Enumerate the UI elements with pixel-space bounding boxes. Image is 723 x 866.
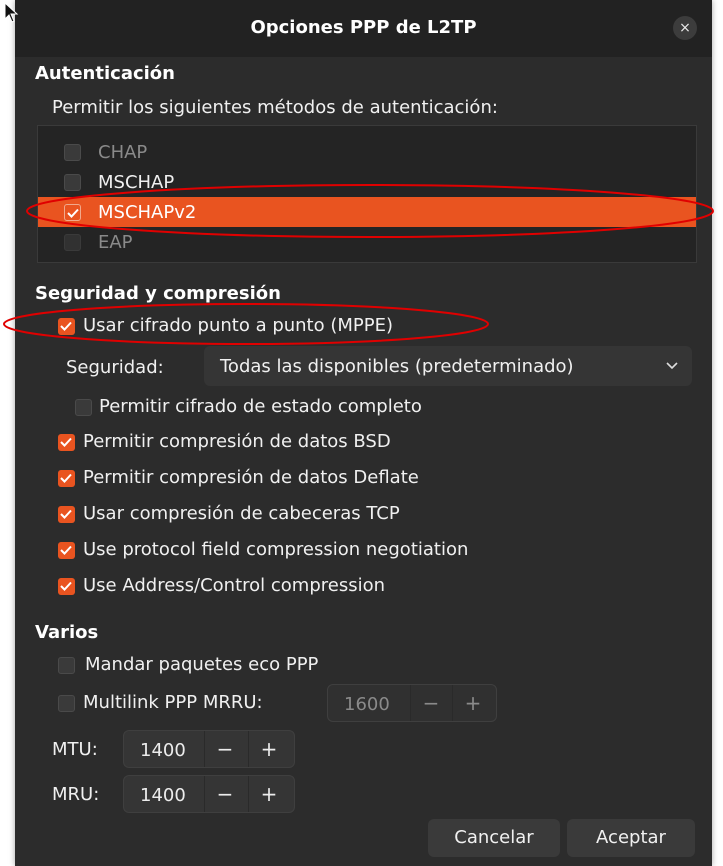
auth-method-mschapv2[interactable]: MSCHAPv2 [38,197,696,227]
bsd-compression-checkbox[interactable] [58,434,75,451]
checkmark-icon [60,509,72,519]
close-button[interactable]: × [673,16,697,40]
stateful-encryption-checkbox[interactable] [75,399,92,416]
security-dropdown[interactable]: Todas las disponibles (predeterminado) [204,346,692,386]
security-label: Seguridad: [66,357,164,378]
checkbox[interactable] [64,144,81,161]
chevron-down-icon [666,362,678,370]
mtu-label: MTU: [52,739,98,760]
dialog-title: Opciones PPP de L2TP [250,17,477,38]
checkbox[interactable] [64,174,81,191]
mrru-increment-button[interactable]: + [458,691,488,715]
mrru-decrement-button[interactable]: − [416,691,446,715]
address-control-compression-label[interactable]: Use Address/Control compression [83,575,385,596]
checkmark-icon [60,473,72,483]
list-item-partial [38,126,696,134]
auth-method-label: EAP [98,232,133,253]
title-bar: Opciones PPP de L2TP × [15,0,712,57]
auth-method-mschap[interactable]: MSCHAP [38,167,696,197]
mtu-decrement-button[interactable]: − [210,737,240,761]
cancel-button[interactable]: Cancelar [428,819,560,857]
auth-subtitle: Permitir los siguientes métodos de auten… [52,97,498,118]
multilink-checkbox[interactable] [58,695,75,712]
multilink-label[interactable]: Multilink PPP MRRU: [83,692,263,713]
auth-methods-list[interactable]: CHAP MSCHAP MSCHAPv2 EAP [37,125,697,263]
security-dropdown-value: Todas las disponibles (predeterminado) [220,356,574,377]
auth-method-chap[interactable]: CHAP [38,137,696,167]
bsd-compression-label[interactable]: Permitir compresión de datos BSD [83,431,391,452]
mouse-pointer-icon [4,2,19,23]
mru-decrement-button[interactable]: − [210,782,240,806]
checkmark-icon [60,321,72,331]
mrru-value[interactable]: 1600 [344,694,390,715]
mru-value[interactable]: 1400 [140,785,186,806]
auth-method-label: MSCHAPv2 [98,202,197,223]
auth-method-label: MSCHAP [98,172,175,193]
auth-method-label: CHAP [98,142,148,163]
mppe-checkbox[interactable] [58,318,75,335]
echo-packets-checkbox[interactable] [58,657,75,674]
address-control-compression-checkbox[interactable] [58,578,75,595]
misc-heading: Varios [35,622,99,643]
deflate-compression-label[interactable]: Permitir compresión de datos Deflate [83,467,419,488]
auth-method-eap[interactable]: EAP [38,227,696,257]
checkmark-icon [60,581,72,591]
tcp-header-compression-label[interactable]: Usar compresión de cabeceras TCP [83,503,400,524]
mrru-spinbutton[interactable]: 1600 − + [327,684,497,722]
checkbox[interactable] [64,234,81,251]
mtu-value[interactable]: 1400 [140,740,186,761]
deflate-compression-checkbox[interactable] [58,470,75,487]
mtu-spinbutton[interactable]: 1400 − + [123,730,295,768]
echo-packets-label[interactable]: Mandar paquetes eco PPP [85,654,318,675]
checkbox-checked[interactable] [64,204,81,221]
protocol-field-compression-checkbox[interactable] [58,542,75,559]
mru-increment-button[interactable]: + [254,782,284,806]
checkmark-icon [60,545,72,555]
accept-button[interactable]: Aceptar [567,819,695,857]
mru-label: MRU: [52,784,100,805]
tcp-header-compression-checkbox[interactable] [58,506,75,523]
mtu-increment-button[interactable]: + [254,737,284,761]
checkmark-icon [60,437,72,447]
stateful-encryption-label[interactable]: Permitir cifrado de estado completo [99,396,422,417]
auth-heading: Autenticación [35,63,175,84]
checkmark-icon [67,208,79,218]
security-heading: Seguridad y compresión [35,283,281,304]
mppe-label[interactable]: Usar cifrado punto a punto (MPPE) [83,315,393,336]
mru-spinbutton[interactable]: 1400 − + [123,775,295,813]
protocol-field-compression-label[interactable]: Use protocol field compression negotiati… [83,539,468,560]
